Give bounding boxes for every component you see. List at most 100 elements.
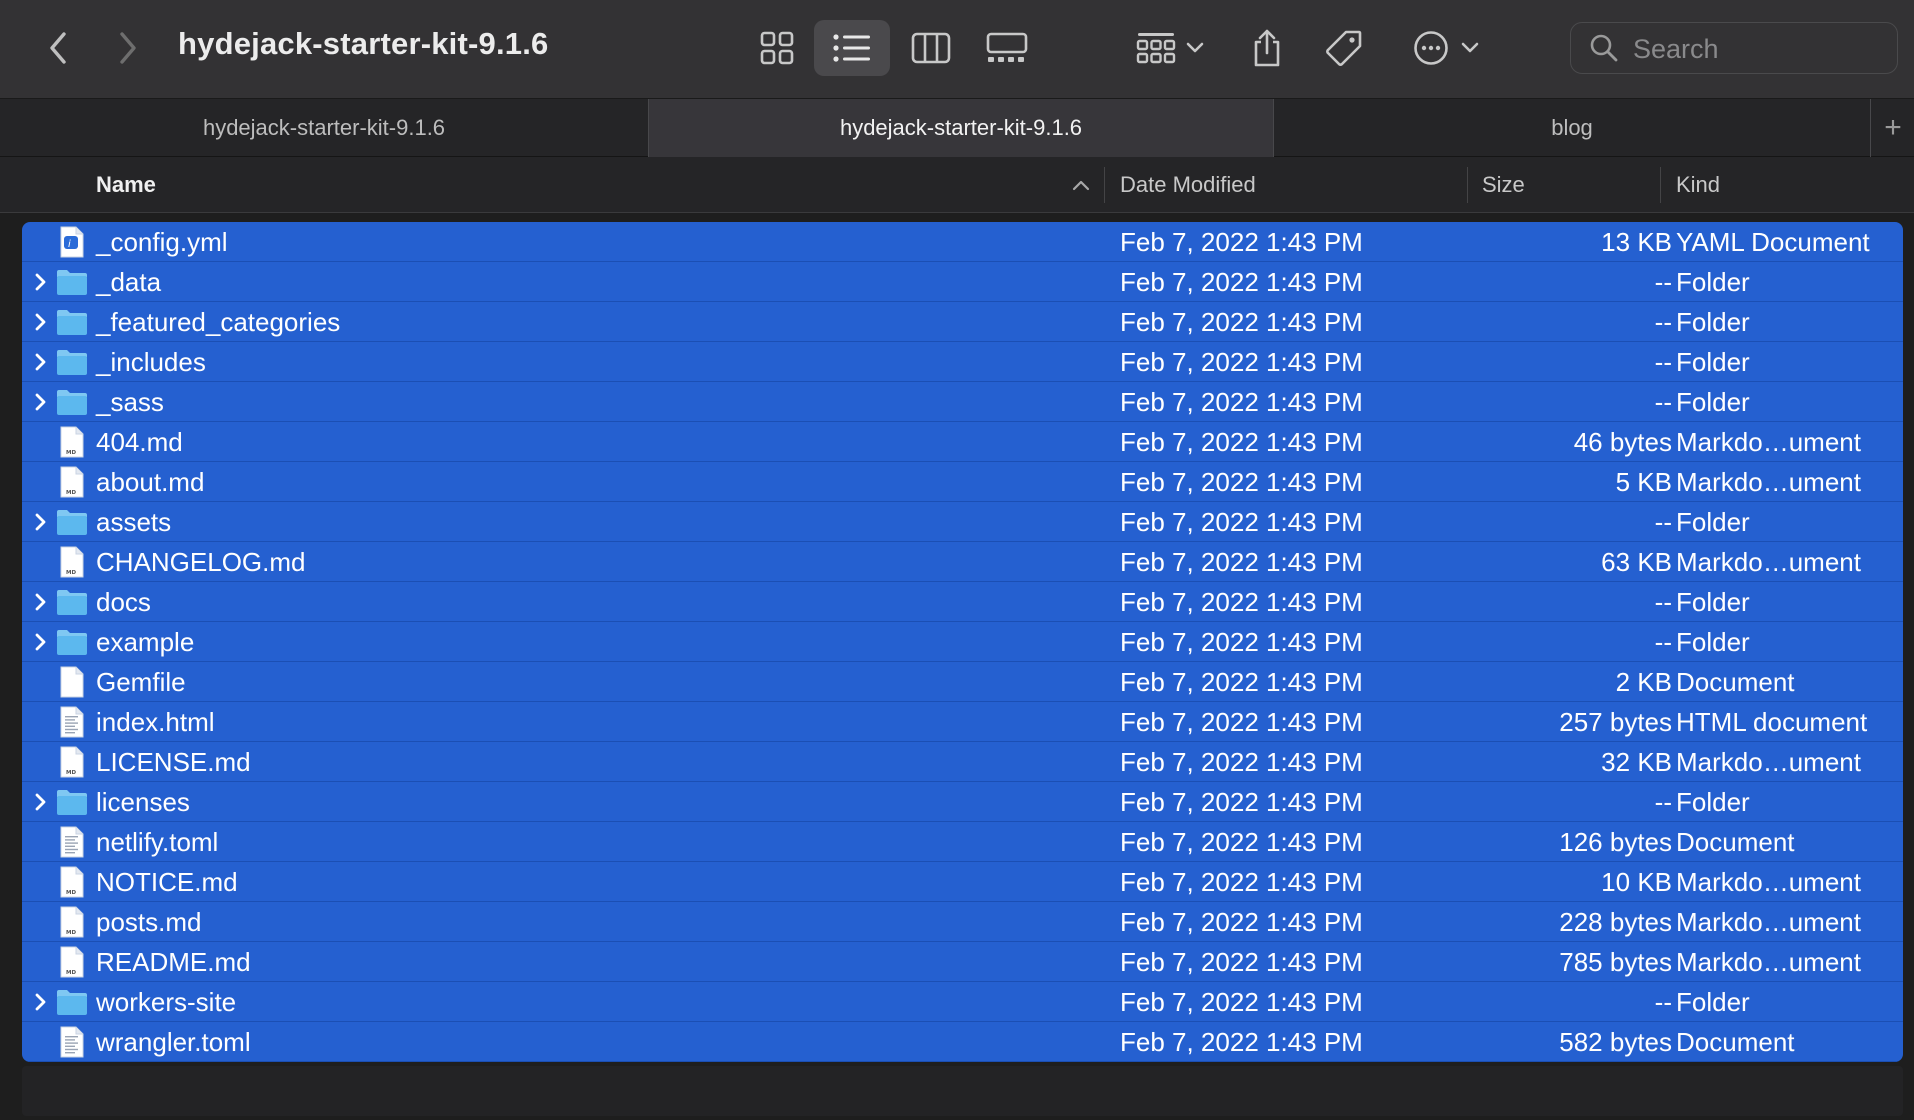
disclosure-triangle-icon[interactable]: [28, 788, 54, 816]
file-size: --: [1654, 387, 1672, 417]
svg-text:MD: MD: [66, 450, 76, 456]
tab-2-active[interactable]: hydejack-starter-kit-9.1.6: [649, 99, 1273, 157]
table-row[interactable]: MD LICENSE.md Feb 7, 2022 1:43 PM 32 KB Mark…: [22, 742, 1903, 782]
chevron-down-icon: [1461, 42, 1479, 53]
file-size: 2 KB: [1615, 667, 1672, 697]
document-icon: MD: [55, 865, 89, 899]
file-size: 10 KB: [1601, 867, 1672, 897]
file-kind: Folder: [1676, 627, 1750, 657]
back-button[interactable]: [40, 24, 76, 72]
date-column-header[interactable]: Date Modified: [1120, 157, 1256, 213]
add-tab-button[interactable]: +: [1872, 99, 1914, 157]
table-row[interactable]: docs Feb 7, 2022 1:43 PM -- Folder: [22, 582, 1903, 622]
table-row[interactable]: MD posts.md Feb 7, 2022 1:43 PM 228 bytes Ma…: [22, 902, 1903, 942]
file-name: _sass: [96, 387, 164, 417]
file-name: _data: [96, 267, 162, 297]
table-row[interactable]: licenses Feb 7, 2022 1:43 PM -- Folder: [22, 782, 1903, 822]
file-name: README.md: [96, 947, 251, 977]
table-row[interactable]: MD 404.md Feb 7, 2022 1:43 PM 46 bytes Markd…: [22, 422, 1903, 462]
folder-icon: [55, 305, 89, 339]
file-kind: HTML document: [1676, 707, 1868, 737]
document-icon: MD: [55, 465, 89, 499]
file-size: --: [1654, 587, 1672, 617]
table-row[interactable]: _data Feb 7, 2022 1:43 PM -- Folder: [22, 262, 1903, 302]
disclosure-triangle-icon[interactable]: [28, 268, 54, 296]
folder-icon: [55, 785, 89, 819]
gallery-view-button[interactable]: [972, 22, 1042, 74]
file-size: 257 bytes: [1559, 707, 1672, 737]
file-name: NOTICE.md: [96, 867, 238, 897]
table-row[interactable]: MD CHANGELOG.md Feb 7, 2022 1:43 PM 63 KB Ma…: [22, 542, 1903, 582]
tab-1[interactable]: hydejack-starter-kit-9.1.6: [0, 99, 648, 157]
disclosure-triangle-icon[interactable]: [28, 588, 54, 616]
tab-3[interactable]: blog: [1274, 99, 1870, 157]
chevron-down-icon: [1186, 42, 1204, 53]
file-kind: Folder: [1676, 587, 1750, 617]
disclosure-triangle-icon[interactable]: [28, 348, 54, 376]
group-icon: [1136, 33, 1176, 64]
file-size: --: [1654, 347, 1672, 377]
file-name: workers-site: [96, 987, 237, 1017]
table-row[interactable]: _includes Feb 7, 2022 1:43 PM -- Folder: [22, 342, 1903, 382]
list-view-button[interactable]: [814, 20, 890, 76]
folder-icon: [55, 505, 89, 539]
table-row[interactable]: workers-site Feb 7, 2022 1:43 PM -- Folder: [22, 982, 1903, 1022]
table-row[interactable]: MD README.md Feb 7, 2022 1:43 PM 785 bytes M…: [22, 942, 1903, 982]
window-title: hydejack-starter-kit-9.1.6: [178, 26, 549, 61]
table-row[interactable]: index.html Feb 7, 2022 1:43 PM 257 bytes HT…: [22, 702, 1903, 742]
column-view-icon: [911, 32, 951, 64]
file-name: _includes: [96, 347, 206, 377]
column-header: Name Date Modified Size Kind: [0, 157, 1914, 213]
folder-icon: [55, 345, 89, 379]
document-icon: i: [55, 225, 89, 259]
chevron-right-icon: [120, 32, 136, 64]
toolbar: hydejack-starter-kit-9.1.6: [0, 0, 1914, 98]
file-size: 582 bytes: [1559, 1027, 1672, 1057]
table-row[interactable]: wrangler.toml Feb 7, 2022 1:43 PM 582 byte…: [22, 1022, 1903, 1062]
file-size: --: [1654, 787, 1672, 817]
size-column-header[interactable]: Size: [1482, 157, 1525, 213]
disclosure-triangle-icon[interactable]: [28, 388, 54, 416]
file-size: --: [1654, 507, 1672, 537]
table-row[interactable]: assets Feb 7, 2022 1:43 PM -- Folder: [22, 502, 1903, 542]
file-name: _featured_categories: [96, 307, 341, 337]
file-name: Gemfile: [96, 667, 186, 697]
table-row[interactable]: _sass Feb 7, 2022 1:43 PM -- Folder: [22, 382, 1903, 422]
table-row[interactable]: Gemfile Feb 7, 2022 1:43 PM 2 KB Document: [22, 662, 1903, 702]
search-input[interactable]: [1631, 31, 1885, 67]
disclosure-triangle-icon[interactable]: [28, 988, 54, 1016]
disclosure-triangle-icon[interactable]: [28, 508, 54, 536]
file-size: 13 KB: [1601, 227, 1672, 257]
table-row[interactable]: MD NOTICE.md Feb 7, 2022 1:43 PM 10 KB Markd…: [22, 862, 1903, 902]
column-view-button[interactable]: [898, 22, 964, 74]
document-icon: [55, 705, 89, 739]
disclosure-triangle-icon[interactable]: [28, 628, 54, 656]
file-name: wrangler.toml: [96, 1027, 251, 1057]
table-row[interactable]: _featured_categories Feb 7, 2022 1:43 PM -…: [22, 302, 1903, 342]
file-size: 228 bytes: [1559, 907, 1672, 937]
table-row[interactable]: example Feb 7, 2022 1:43 PM -- Folder: [22, 622, 1903, 662]
file-kind: Folder: [1676, 787, 1750, 817]
name-column-header[interactable]: Name: [96, 157, 1090, 213]
name-header-label: Name: [96, 172, 156, 197]
gallery-view-icon: [986, 32, 1028, 62]
file-size: 46 bytes: [1573, 427, 1672, 457]
table-row[interactable]: MD about.md Feb 7, 2022 1:43 PM 5 KB Markdo……: [22, 462, 1903, 502]
file-kind: Folder: [1676, 267, 1750, 297]
table-row[interactable]: netlify.toml Feb 7, 2022 1:43 PM 126 bytes…: [22, 822, 1903, 862]
share-button[interactable]: [1242, 20, 1292, 76]
table-row[interactable]: i _config.yml Feb 7, 2022 1:43 PM 13 KB YAML…: [22, 222, 1903, 262]
group-button[interactable]: [1130, 22, 1210, 74]
disclosure-triangle-icon[interactable]: [28, 308, 54, 336]
row-separator: [22, 1061, 1903, 1062]
document-icon: MD: [55, 425, 89, 459]
forward-button[interactable]: [110, 24, 146, 72]
search-field[interactable]: [1570, 22, 1898, 74]
icon-view-button[interactable]: [744, 22, 810, 74]
file-kind: Folder: [1676, 507, 1750, 537]
kind-column-header[interactable]: Kind: [1676, 157, 1720, 213]
tag-button[interactable]: [1318, 22, 1370, 74]
file-list[interactable]: i _config.yml Feb 7, 2022 1:43 PM 13 KB YAML…: [22, 222, 1903, 1062]
more-button[interactable]: [1408, 22, 1484, 74]
file-size: 126 bytes: [1559, 827, 1672, 857]
